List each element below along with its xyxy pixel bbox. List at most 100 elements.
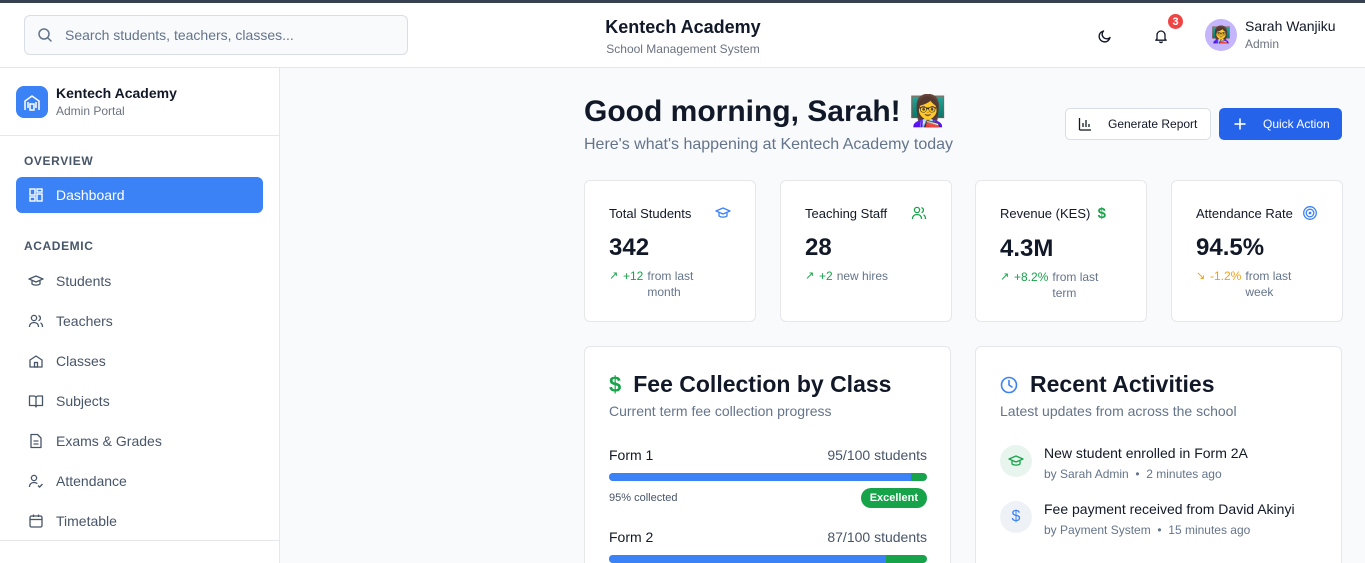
sidebar-item-timetable[interactable]: Timetable (16, 501, 263, 541)
stat-card-attendance[interactable]: Attendance Rate 94.5% ↘ -1.2% from last we… (1171, 180, 1343, 322)
dollar-icon: $ (1000, 501, 1032, 533)
file-text-icon (30, 433, 42, 449)
sidebar-item-subjects[interactable]: Subjects (16, 381, 263, 421)
header-brand: Kentech Academy School Management System (583, 17, 783, 56)
search-input[interactable] (65, 27, 385, 43)
sidebar-item-exams[interactable]: Exams & Grades (16, 421, 263, 461)
fee-collected-text: 95% collected (609, 492, 678, 504)
activity-text: New student enrolled in Form 2A (1044, 445, 1248, 461)
quick-action-button[interactable]: Quick Action (1219, 108, 1342, 140)
avatar: 👩‍🏫 (1205, 18, 1237, 51)
generate-report-button[interactable]: Generate Report (1065, 108, 1211, 140)
sidebar: Kentech Academy Admin Portal OVERVIEW Da… (0, 68, 280, 563)
sidebar-item-label: Dashboard (56, 187, 125, 203)
stat-label: Teaching Staff (805, 205, 888, 221)
sidebar-brand[interactable]: Kentech Academy Admin Portal (0, 68, 279, 136)
stat-change-desc: new hires (836, 269, 889, 283)
activity-author: by Payment System (1044, 523, 1151, 537)
user-check-icon (28, 474, 43, 489)
fee-class-name: Form 2 (609, 529, 654, 545)
section-overview: OVERVIEW (24, 154, 94, 168)
trend-up-icon: ↗ (805, 270, 815, 282)
page-subtitle: Here's what's happening at Kentech Acade… (584, 136, 954, 153)
card-title: Fee Collection by Class (633, 371, 892, 397)
search-box[interactable] (24, 15, 408, 55)
stat-label: Total Students (609, 205, 692, 221)
top-header: Kentech Academy School Management System… (0, 3, 1365, 68)
activity-time: 2 minutes ago (1146, 467, 1222, 481)
stat-card-revenue[interactable]: Revenue (KES) $ 4.3M ↗ +8.2% from last ter… (975, 180, 1147, 322)
sidebar-item-label: Exams & Grades (56, 433, 162, 449)
sidebar-item-label: Subjects (56, 393, 110, 409)
stat-value: 28 (805, 234, 832, 261)
search-icon (38, 28, 52, 42)
stat-value: 4.3M (1000, 235, 1054, 262)
stat-change-desc: from last term (1052, 270, 1099, 300)
graduation-cap-icon (28, 275, 44, 286)
generate-report-label: Generate Report (1108, 117, 1198, 131)
sidebar-item-label: Timetable (56, 513, 117, 529)
sidebar-brand-name: Kentech Academy (56, 85, 177, 101)
users-icon (28, 314, 44, 328)
page-title: Good morning, Sarah! 👩‍🏫 (584, 95, 947, 128)
school-logo-icon (16, 85, 48, 118)
users-icon (911, 206, 927, 220)
activity-text: Fee payment received from David Akinyi (1044, 501, 1295, 517)
card-subtitle: Latest updates from across the school (1000, 403, 1237, 419)
fee-progress-fill (609, 473, 912, 481)
status-badge: Excellent (860, 488, 927, 508)
moon-icon (1098, 30, 1111, 43)
stat-label: Attendance Rate (1196, 205, 1293, 221)
graduation-cap-icon (715, 207, 731, 218)
graduation-cap-icon (1000, 445, 1032, 477)
activity-item[interactable]: $ Fee payment received from David Akinyi… (1000, 501, 1295, 537)
sidebar-item-attendance[interactable]: Attendance (16, 461, 263, 501)
sidebar-item-dashboard[interactable]: Dashboard (16, 177, 263, 213)
bell-icon (1155, 30, 1167, 44)
fee-progress-bar (609, 555, 927, 563)
stat-label: Revenue (KES) (1000, 206, 1091, 221)
activity-author: by Sarah Admin (1044, 467, 1129, 481)
fee-row-form2[interactable]: Form 2 87/100 students (609, 529, 927, 563)
bar-chart-icon (1078, 118, 1091, 131)
stat-change-desc: from last month (647, 269, 694, 299)
dashboard-icon (29, 188, 43, 202)
activity-time: 15 minutes ago (1168, 523, 1251, 537)
clock-icon (1000, 376, 1018, 393)
book-open-icon (28, 395, 44, 408)
sidebar-item-label: Classes (56, 353, 106, 369)
fee-students-count: 87/100 students (827, 529, 927, 545)
target-icon (1303, 206, 1317, 220)
stat-change: +2 (819, 269, 833, 283)
stat-card-students[interactable]: Total Students 342 ↗ +12 from last month (584, 180, 756, 322)
sidebar-item-classes[interactable]: Classes (16, 341, 263, 381)
stat-value: 342 (609, 234, 650, 261)
stat-change: +8.2% (1014, 270, 1049, 284)
user-menu[interactable]: 👩‍🏫 Sarah Wanjiku Admin (1205, 18, 1336, 51)
recent-activities-card: Recent Activities Latest updates from ac… (975, 346, 1342, 563)
plus-icon (1234, 118, 1246, 130)
fee-row-form1[interactable]: Form 1 95/100 students 95% collected Excel… (609, 447, 927, 508)
sidebar-item-teachers[interactable]: Teachers (16, 301, 263, 341)
trend-up-icon: ↗ (1000, 271, 1010, 283)
fee-progress-fill (609, 555, 886, 563)
stat-change-desc: from last week (1245, 269, 1292, 299)
sidebar-brand-sub: Admin Portal (56, 104, 125, 118)
sidebar-item-students[interactable]: Students (16, 261, 263, 301)
sidebar-item-label: Students (56, 273, 112, 289)
fee-collection-card: $ Fee Collection by Class Current term f… (584, 346, 951, 563)
sidebar-item-label: Attendance (56, 473, 127, 489)
theme-toggle-button[interactable] (1093, 24, 1117, 48)
fee-students-count: 95/100 students (827, 447, 927, 463)
dollar-icon: $ (1097, 205, 1106, 222)
header-title: Kentech Academy (605, 17, 761, 37)
section-academic: ACADEMIC (24, 239, 94, 253)
sidebar-divider (0, 540, 280, 541)
fee-class-name: Form 1 (609, 447, 654, 463)
user-name: Sarah Wanjiku (1245, 18, 1336, 34)
trend-up-icon: ↗ (609, 270, 619, 282)
stat-card-staff[interactable]: Teaching Staff 28 ↗ +2 new hires (780, 180, 952, 322)
activity-item[interactable]: New student enrolled in Form 2A by Sarah… (1000, 445, 1248, 481)
fee-progress-bar (609, 473, 927, 481)
stat-value: 94.5% (1196, 234, 1265, 261)
